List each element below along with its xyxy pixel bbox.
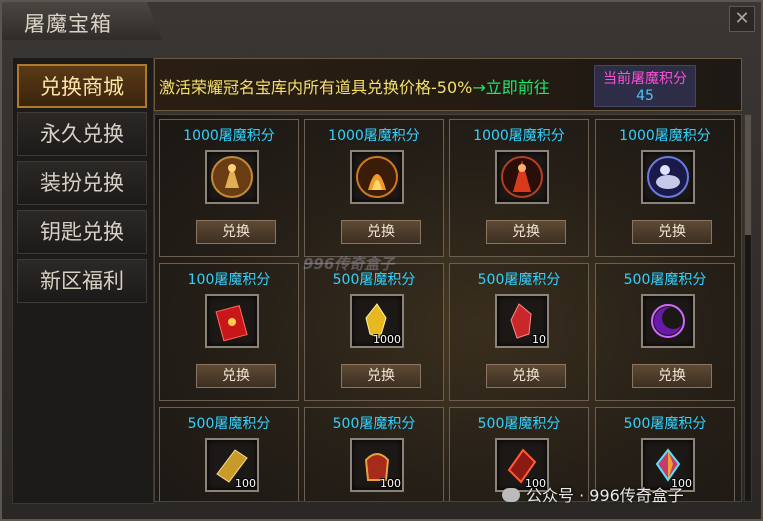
- ice-rider-icon[interactable]: [641, 150, 695, 204]
- item-quantity: 100: [380, 477, 401, 490]
- exchange-button[interactable]: 兑换: [486, 364, 566, 388]
- points-value: 45: [636, 88, 654, 104]
- item-quantity: 100: [235, 477, 256, 490]
- purple-moon-orb-icon[interactable]: [641, 294, 695, 348]
- wechat-icon: [502, 488, 520, 502]
- flame-armor-icon[interactable]: [350, 150, 404, 204]
- sidebar-item-new-server-welfare[interactable]: 新区福利: [17, 259, 147, 303]
- treasure-box-window: 屠魔宝箱 ✕ 兑换商城 永久兑换 装扮兑换 钥匙兑换 新区福利 激活荣耀冠名宝库…: [0, 0, 763, 521]
- item-card: 500屠魔积分 100 兑换: [159, 407, 299, 501]
- points-display: 当前屠魔积分 45: [594, 65, 696, 107]
- close-button[interactable]: ✕: [729, 6, 755, 32]
- item-cost: 500屠魔积分: [187, 416, 271, 432]
- item-card: 1000屠魔积分 兑换: [595, 119, 735, 257]
- item-cost: 1000屠魔积分: [183, 128, 275, 144]
- footer-watermark: 公众号 · 996传奇盒子: [502, 482, 684, 506]
- item-card: 1000屠魔积分 兑换: [449, 119, 589, 257]
- banner-message: 激活荣耀冠名宝库内所有道具兑换价格-50%: [159, 78, 473, 97]
- item-cost: 500屠魔积分: [477, 416, 561, 432]
- points-label: 当前屠魔积分: [603, 71, 687, 87]
- red-crystal-icon[interactable]: 10: [495, 294, 549, 348]
- item-cost: 500屠魔积分: [332, 416, 416, 432]
- item-cost: 500屠魔积分: [623, 272, 707, 288]
- item-cost: 100屠魔积分: [187, 272, 271, 288]
- sidebar-item-exchange-mall[interactable]: 兑换商城: [17, 64, 147, 108]
- grid-scrollbar[interactable]: [744, 114, 752, 502]
- exchange-button[interactable]: 兑换: [632, 364, 712, 388]
- golden-warrior-icon[interactable]: [205, 150, 259, 204]
- red-seal-icon[interactable]: 100: [350, 438, 404, 492]
- item-card: 500屠魔积分 100 兑换: [304, 407, 444, 501]
- gold-crystal-icon[interactable]: 1000: [350, 294, 404, 348]
- item-quantity: 1000: [373, 333, 401, 346]
- go-now-link[interactable]: →立即前往: [472, 78, 549, 97]
- scroll-thumb[interactable]: [745, 115, 751, 235]
- item-grid: 1000屠魔积分 兑换 1000屠魔积分 兑换 1000屠魔积分 兑换 1000…: [154, 114, 742, 502]
- window-title: 屠魔宝箱: [24, 12, 112, 36]
- exchange-button[interactable]: 兑换: [196, 364, 276, 388]
- sidebar-item-costume-exchange[interactable]: 装扮兑换: [17, 161, 147, 205]
- item-card: 500屠魔积分 兑换: [595, 263, 735, 401]
- banner-text: 激活荣耀冠名宝库内所有道具兑换价格-50%→立即前往: [159, 74, 550, 98]
- item-cost: 500屠魔积分: [477, 272, 561, 288]
- item-card: 1000屠魔积分 兑换: [304, 119, 444, 257]
- exchange-button[interactable]: 兑换: [196, 220, 276, 244]
- gold-scroll-icon[interactable]: 100: [205, 438, 259, 492]
- item-cost: 1000屠魔积分: [473, 128, 565, 144]
- item-cost: 1000屠魔积分: [619, 128, 711, 144]
- red-envelope-icon[interactable]: [205, 294, 259, 348]
- fire-mage-icon[interactable]: [495, 150, 549, 204]
- footer-watermark-text: 公众号 · 996传奇盒子: [526, 486, 684, 505]
- sidebar: 兑换商城 永久兑换 装扮兑换 钥匙兑换 新区福利: [12, 57, 154, 504]
- item-cost: 1000屠魔积分: [328, 128, 420, 144]
- logo-watermark: 996传奇盒子: [303, 255, 395, 273]
- item-card: 1000屠魔积分 兑换: [159, 119, 299, 257]
- exchange-button[interactable]: 兑换: [486, 220, 566, 244]
- item-card: 500屠魔积分 1000 兑换: [304, 263, 444, 401]
- item-quantity: 10: [532, 333, 546, 346]
- sidebar-item-key-exchange[interactable]: 钥匙兑换: [17, 210, 147, 254]
- sidebar-item-permanent-exchange[interactable]: 永久兑换: [17, 112, 147, 156]
- item-card: 500屠魔积分 10 兑换: [449, 263, 589, 401]
- exchange-button[interactable]: 兑换: [632, 220, 712, 244]
- item-cost: 500屠魔积分: [623, 416, 707, 432]
- item-card: 100屠魔积分 兑换: [159, 263, 299, 401]
- exchange-button[interactable]: 兑换: [341, 364, 421, 388]
- exchange-button[interactable]: 兑换: [341, 220, 421, 244]
